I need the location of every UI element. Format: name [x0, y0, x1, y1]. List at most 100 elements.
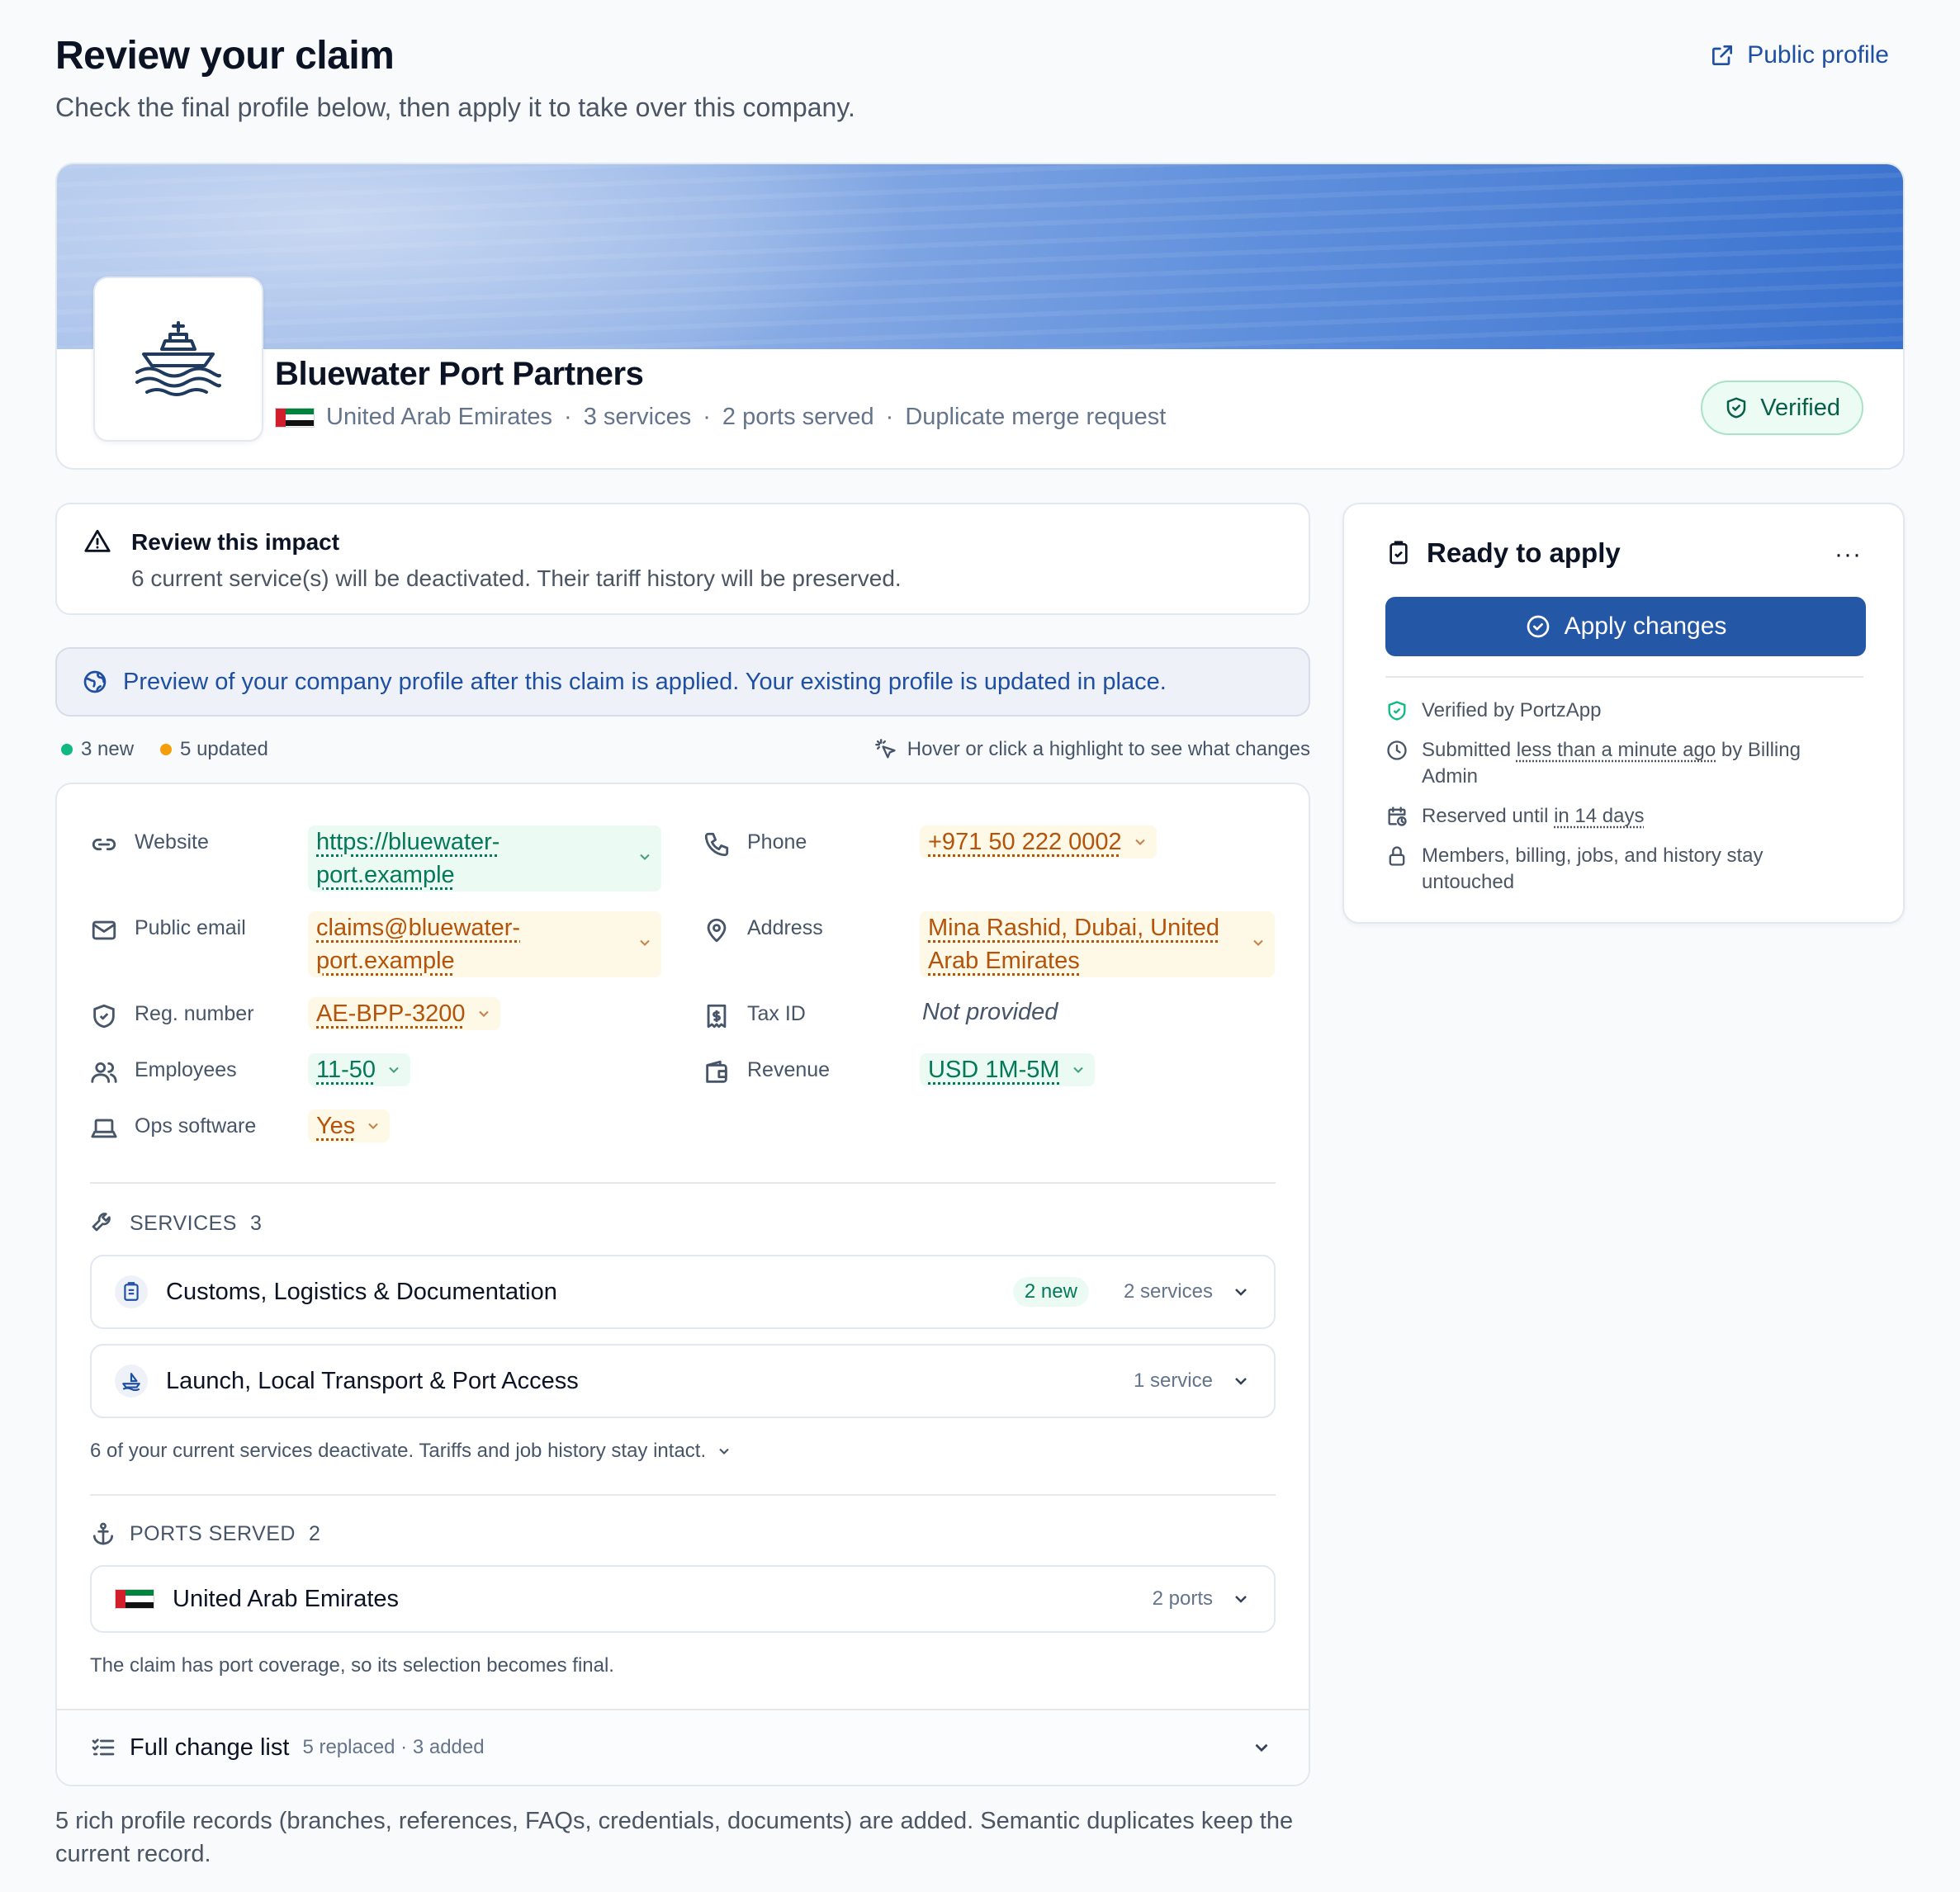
ports-heading: PORTS SERVED 2 [90, 1521, 320, 1547]
ship-logo-icon [135, 321, 221, 396]
website-value[interactable]: https://bluewater- port.example [308, 825, 661, 892]
page-title: Review your claim [55, 34, 395, 78]
shield-check-icon [1388, 701, 1406, 721]
uae-flag-icon [275, 407, 315, 428]
address-value[interactable]: Mina Rashid, Dubai, United Arab Emirates [920, 911, 1275, 977]
chevron-down-icon [1235, 1596, 1247, 1603]
impact-text: 6 current service(s) will be deactivated… [131, 565, 902, 591]
chevron-down-icon [1072, 1067, 1083, 1073]
hint-text: Hover or click a highlight to see what c… [907, 738, 1310, 760]
new-dot-icon [61, 744, 73, 755]
new-badge: 2 new [1012, 1277, 1089, 1307]
request-type: Duplicate merge request [905, 404, 1167, 430]
shield-check-icon [1727, 397, 1746, 419]
divider [90, 1182, 1276, 1184]
revenue-value[interactable]: USD 1M-5M [920, 1053, 1095, 1086]
services-deactivate-note[interactable]: 6 of your current services deactivate. T… [90, 1440, 732, 1463]
cursor-click-icon [874, 739, 896, 759]
field-public-email: Public email [90, 911, 246, 944]
uae-flag-icon [115, 1589, 154, 1609]
employees-value[interactable]: 11-50 [308, 1053, 411, 1086]
employees-label: Employees [135, 1058, 237, 1081]
revenue-label: Revenue [747, 1058, 831, 1081]
shield-check-icon [93, 1004, 115, 1029]
map-pin-icon [707, 918, 727, 943]
reserved-row: Reserved until in 14 days [1385, 803, 1856, 830]
ports-count: 2 [308, 1521, 321, 1545]
list-checks-icon [92, 1738, 115, 1756]
port-group-uae[interactable]: United Arab Emirates 2 ports [90, 1565, 1276, 1633]
check-circle-icon [1527, 615, 1549, 638]
field-phone: Phone [703, 825, 807, 858]
legend-updated: 5 updated [180, 738, 268, 760]
field-address: Address [703, 911, 823, 944]
preview-note: Preview of your company profile after th… [55, 647, 1310, 717]
company-name: Bluewater Port Partners [275, 356, 644, 392]
change-legend: 3 new 5 updated [61, 738, 268, 761]
field-reg-number: Reg. number [90, 997, 254, 1030]
cover-banner [57, 164, 1903, 349]
service-group-launch[interactable]: Launch, Local Transport & Port Access 1 … [90, 1344, 1276, 1418]
chevron-down-icon [1253, 939, 1263, 946]
more-options-icon[interactable]: ··· [1835, 541, 1862, 569]
chevron-down-icon [640, 939, 650, 946]
company-ports-count: 2 ports served [722, 404, 874, 430]
highlight-hint: Hover or click a highlight to see what c… [874, 738, 1310, 761]
external-link-icon [1712, 45, 1733, 65]
receipt-icon [707, 1004, 727, 1029]
field-tax-id: Tax ID [703, 997, 806, 1030]
public-email-label: Public email [135, 916, 246, 939]
chevron-down-icon [1134, 839, 1145, 845]
reg-number-value[interactable]: AE-BPP-3200 [308, 997, 500, 1030]
divider [1385, 676, 1863, 678]
link-icon [92, 838, 116, 851]
page: Review your claim Check the final profil… [0, 0, 1960, 1892]
clipboard-icon [124, 1282, 139, 1301]
verified-label: Verified [1760, 394, 1840, 421]
public-profile-link[interactable]: Public profile [1709, 41, 1889, 69]
divider [90, 1494, 1276, 1496]
field-revenue: Revenue [703, 1053, 830, 1086]
chevron-down-icon [640, 854, 650, 860]
field-website: Website [90, 825, 209, 858]
services-heading: SERVICES 3 [90, 1210, 262, 1237]
public-email-value[interactable]: claims@bluewater- port.example [308, 911, 661, 977]
profile-preview-card: Website https://bluewater- port.example … [55, 783, 1310, 1786]
company-meta: United Arab Emirates · 3 services · 2 po… [275, 404, 1166, 431]
impact-alert: Review this impact 6 current service(s) … [55, 503, 1310, 615]
services-count: 3 [249, 1211, 263, 1235]
ports-note: The claim has port coverage, so its sele… [90, 1654, 614, 1677]
chevron-down-icon [389, 1067, 399, 1073]
tax-id-value: Not provided [922, 999, 1058, 1025]
laptop-icon [91, 1119, 117, 1138]
clock-icon [1387, 740, 1407, 760]
legend-new: 3 new [81, 738, 135, 760]
globe-icon [83, 670, 107, 693]
chevron-down-icon [478, 1010, 489, 1017]
verified-by-row: Verified by PortzApp [1385, 698, 1856, 724]
phone-label: Phone [747, 830, 807, 854]
page-subtitle: Check the final profile below, then appl… [55, 92, 855, 122]
phone-icon [704, 832, 729, 857]
users-icon [91, 1062, 117, 1083]
phone-value[interactable]: +971 50 222 0002 [920, 825, 1157, 858]
website-label: Website [135, 830, 209, 854]
reg-number-label: Reg. number [135, 1002, 254, 1025]
ready-heading: Ready to apply [1385, 537, 1621, 569]
service-group-customs[interactable]: Customs, Logistics & Documentation 2 new… [90, 1255, 1276, 1329]
public-profile-label: Public profile [1747, 41, 1889, 69]
field-employees: Employees [90, 1053, 237, 1086]
company-country: United Arab Emirates [326, 404, 553, 430]
wallet-icon [706, 1060, 727, 1083]
submitted-row: Submitted less than a minute ago by Bill… [1385, 737, 1856, 790]
full-change-list-toggle[interactable]: Full change list 5 replaced · 3 added [57, 1709, 1309, 1785]
chevron-down-icon [719, 1448, 729, 1454]
preview-note-text: Preview of your company profile after th… [123, 668, 1167, 695]
ops-software-value[interactable]: Yes [308, 1109, 391, 1142]
change-list-title: Full change list [130, 1734, 290, 1761]
apply-changes-button[interactable]: Apply changes [1385, 597, 1866, 656]
tax-id-label: Tax ID [747, 1002, 806, 1025]
company-logo [93, 277, 263, 442]
bottom-note: 5 rich profile records (branches, refere… [55, 1808, 1294, 1867]
verified-badge: Verified [1701, 381, 1863, 435]
